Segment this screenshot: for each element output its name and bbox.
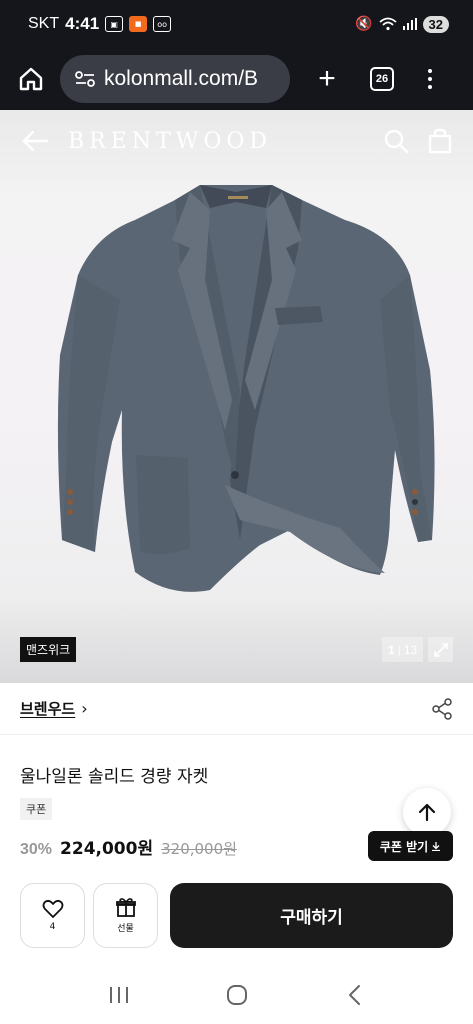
- expand-icon: [433, 642, 448, 657]
- product-title: 울나일론 솔리드 경량 자켓: [20, 767, 209, 787]
- address-bar[interactable]: kolonmall.com/B: [60, 55, 290, 103]
- shopping-bag-icon[interactable]: [427, 128, 453, 154]
- site-header: BRENTWOOD: [0, 110, 473, 172]
- image-counter-current: 1: [388, 642, 395, 657]
- back-arrow-icon[interactable]: [20, 126, 50, 156]
- clock: 4:41: [65, 14, 100, 33]
- download-icon: [432, 842, 441, 851]
- coupon-download-label: 쿠폰 받기: [379, 839, 429, 854]
- home-icon: [19, 67, 43, 91]
- original-price: 320,000원: [161, 840, 237, 858]
- url-text: kolonmall.com/B: [104, 67, 259, 90]
- expand-image-button[interactable]: [428, 637, 453, 662]
- share-icon[interactable]: [431, 697, 453, 720]
- carrier-label: SKT: [28, 15, 60, 32]
- image-counter-total: 13: [403, 642, 418, 657]
- arrow-up-icon: [418, 803, 436, 822]
- like-count: 4: [49, 921, 56, 932]
- price-row: 30% 224,000원 320,000원: [20, 834, 237, 859]
- battery-indicator: 32: [422, 15, 449, 33]
- coupon-badge: 쿠폰: [20, 798, 53, 820]
- tab-switcher-button[interactable]: 26: [370, 67, 394, 91]
- back-nav-icon[interactable]: [345, 984, 365, 1006]
- home-nav-icon[interactable]: [225, 983, 249, 1007]
- browser-menu-button[interactable]: [428, 69, 432, 89]
- bottom-action-bar: 4 선물 구매하기: [0, 875, 473, 955]
- discount-rate: 30%: [20, 841, 53, 858]
- brand-link[interactable]: 브렌우드: [20, 698, 75, 719]
- browser-toolbar: kolonmall.com/B + 26: [0, 48, 473, 110]
- search-icon[interactable]: [383, 128, 409, 154]
- mute-icon: 🔇: [355, 16, 373, 32]
- buy-button[interactable]: 구매하기: [170, 882, 453, 948]
- wishlist-button[interactable]: 4: [20, 882, 85, 948]
- gift-label: 선물: [117, 924, 134, 934]
- home-button[interactable]: [14, 62, 48, 96]
- image-counter: 1 | 13: [382, 637, 424, 662]
- site-settings-icon: [75, 71, 95, 87]
- status-bar: SKT 4:41 ▣ ■ oo 🔇 32: [0, 0, 473, 48]
- jacket-product-image: [57, 185, 435, 592]
- heart-icon: [42, 899, 63, 918]
- system-navigation-bar: [0, 965, 473, 1024]
- wifi-icon: [378, 17, 397, 31]
- chevron-right-icon[interactable]: ›: [81, 699, 87, 718]
- new-tab-button[interactable]: +: [312, 62, 342, 96]
- gift-icon: [115, 898, 136, 917]
- recent-apps-icon[interactable]: [108, 985, 130, 1005]
- signal-icon: [402, 18, 417, 30]
- coupon-download-button[interactable]: 쿠폰 받기: [368, 831, 453, 861]
- app-notification-icon: ■: [129, 16, 148, 32]
- voicemail-icon: oo: [153, 16, 172, 32]
- brand-row: 브렌우드 ›: [0, 683, 473, 735]
- product-image-gallery[interactable]: BRENTWOOD 맨즈위크 1 | 13: [0, 110, 473, 683]
- brand-logo[interactable]: BRENTWOOD: [68, 129, 272, 154]
- promo-tag: 맨즈위크: [20, 637, 77, 662]
- sale-price: 224,000원: [60, 839, 154, 859]
- gift-button[interactable]: 선물: [93, 882, 158, 948]
- screenshot-icon: ▣: [105, 16, 124, 32]
- scroll-to-top-button[interactable]: [403, 788, 451, 836]
